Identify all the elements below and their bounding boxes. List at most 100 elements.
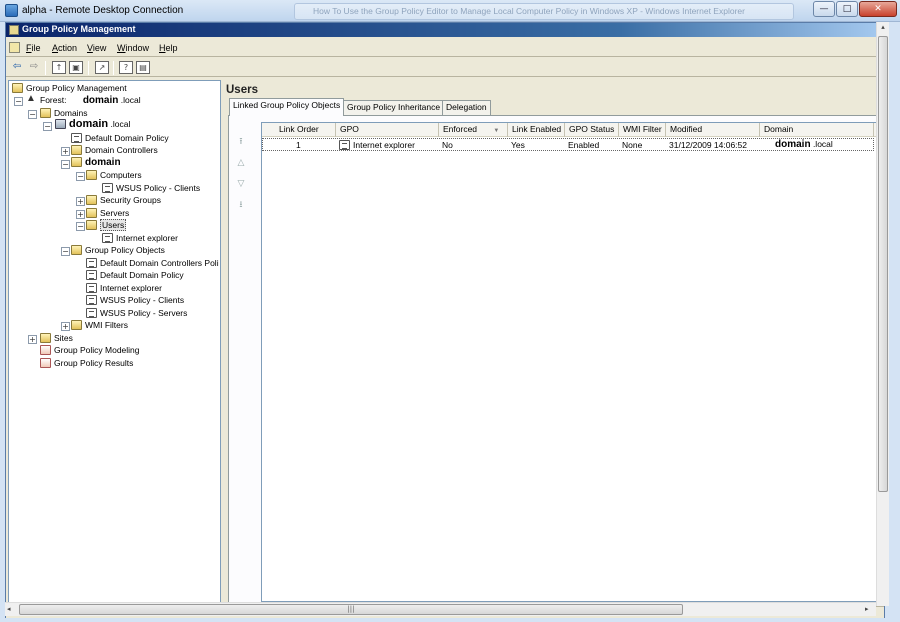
gpo-icon	[86, 308, 97, 318]
toolbar-separator	[88, 61, 89, 75]
forward-arrow-icon[interactable]: ⇨	[27, 61, 41, 74]
expand-domain-controllers-toggle[interactable]: +	[61, 147, 70, 156]
help-icon[interactable]: ?	[119, 61, 133, 74]
collapse-domains-toggle[interactable]: −	[28, 110, 37, 119]
tree-gpo-item[interactable]: Default Domain Policy	[86, 270, 184, 282]
scroll-right-icon[interactable]: ▸	[865, 605, 869, 613]
tab-linked-gpos[interactable]: Linked Group Policy Objects	[229, 98, 345, 116]
tab-gp-inheritance[interactable]: Group Policy Inheritance	[343, 100, 445, 115]
horizontal-scroll-thumb[interactable]: |||	[19, 604, 683, 615]
move-to-bottom-icon[interactable]: ⭳	[235, 199, 247, 211]
column-domain[interactable]: Domain	[760, 123, 874, 137]
system-menu-icon[interactable]	[9, 42, 20, 53]
vertical-scroll-thumb[interactable]	[878, 36, 888, 492]
horizontal-scrollbar[interactable]: ◂ ||| ▸	[5, 602, 876, 616]
tree-forest[interactable]: Forest: domain .local	[26, 93, 141, 107]
table-row[interactable]: 1 Internet explorer No Yes Enabled None …	[262, 138, 874, 151]
gpmc-window-title: Group Policy Management	[22, 24, 136, 34]
tree-sites[interactable]: Sites	[40, 333, 73, 345]
column-wmi-filter[interactable]: WMI Filter	[619, 123, 666, 137]
tree-wmi-filters[interactable]: WMI Filters	[71, 320, 128, 332]
tree-domain-controllers[interactable]: Domain Controllers	[71, 145, 158, 157]
move-to-top-icon[interactable]: ⭱	[235, 136, 247, 148]
export-list-icon[interactable]: ↗	[95, 61, 109, 74]
gpo-folder-icon	[71, 245, 82, 255]
move-up-icon[interactable]: △	[235, 157, 247, 169]
gpo-link-icon	[339, 140, 350, 150]
cell-modified: 31/12/2009 14:06:52	[669, 140, 747, 150]
tree-gpo-item[interactable]: WSUS Policy - Clients	[86, 295, 184, 307]
scroll-left-icon[interactable]: ◂	[7, 605, 11, 613]
menu-action[interactable]: Action	[52, 43, 77, 53]
expand-sites-toggle[interactable]: +	[28, 335, 37, 344]
tree-gp-modeling[interactable]: Group Policy Modeling	[40, 345, 140, 357]
tree-ou-domain[interactable]: domain	[71, 157, 121, 169]
show-hide-tree-icon[interactable]: ▣	[69, 61, 83, 74]
domains-folder-icon	[40, 108, 51, 118]
tree-default-domain-policy-link[interactable]: Default Domain Policy	[71, 133, 169, 145]
maximize-button[interactable]: □	[836, 1, 858, 17]
background-window-tab[interactable]: How To Use the Group Policy Editor to Ma…	[294, 3, 794, 20]
menu-bar: File Action View Window Help	[6, 39, 884, 57]
cell-enforced: No	[442, 140, 453, 150]
tree-computers[interactable]: Computers	[86, 170, 142, 182]
cell-gpo: Internet explorer	[339, 140, 415, 150]
gpmc-app-icon	[9, 25, 19, 35]
column-link-enabled[interactable]: Link Enabled	[508, 123, 565, 137]
menu-file[interactable]: File	[26, 43, 41, 53]
column-modified[interactable]: Modified	[666, 123, 760, 137]
back-arrow-icon[interactable]: ⇦	[10, 61, 24, 74]
menu-window[interactable]: Window	[117, 43, 149, 53]
gpo-icon	[86, 258, 97, 268]
menu-view[interactable]: View	[87, 43, 106, 53]
scroll-up-icon[interactable]: ▴	[878, 23, 888, 33]
close-button[interactable]: ✕	[859, 1, 897, 17]
forest-icon	[26, 93, 37, 105]
minimize-button[interactable]: —	[813, 1, 835, 17]
tree-gpo-item[interactable]: WSUS Policy - Servers	[86, 308, 187, 320]
tree-users[interactable]: Users	[86, 219, 127, 232]
toolbar-separator	[45, 61, 46, 75]
expand-security-groups-toggle[interactable]: +	[76, 197, 85, 206]
linked-gpos-panel: ⭱ △ ▽ ⭳ Link Order GPO Enforced ▼ Link E…	[228, 115, 882, 604]
cell-domain: domain .local	[775, 139, 833, 150]
remote-desktop-icon	[5, 4, 18, 17]
tree-security-groups[interactable]: Security Groups	[86, 195, 161, 207]
up-one-level-icon[interactable]: ↑	[52, 61, 66, 74]
column-link-order[interactable]: Link Order	[262, 123, 336, 137]
ou-folder-icon	[86, 208, 97, 218]
collapse-forest-toggle[interactable]: −	[14, 97, 23, 106]
gpo-link-icon	[102, 183, 113, 193]
column-gpo-status[interactable]: GPO Status	[565, 123, 619, 137]
expand-wmi-filters-toggle[interactable]: +	[61, 322, 70, 331]
tab-delegation[interactable]: Delegation	[442, 100, 491, 115]
move-down-icon[interactable]: ▽	[235, 178, 247, 190]
column-enforced[interactable]: Enforced ▼	[439, 123, 508, 137]
tree-domain[interactable]: domain .local	[55, 118, 130, 132]
ou-folder-icon	[86, 220, 97, 230]
cell-link-enabled: Yes	[511, 140, 525, 150]
gpmc-window: Group Policy Management File Action View…	[5, 22, 885, 618]
tree-wsus-clients-link[interactable]: WSUS Policy - Clients	[102, 183, 200, 195]
collapse-users-toggle[interactable]: −	[76, 222, 85, 231]
collapse-ou-domain-toggle[interactable]: −	[61, 160, 70, 169]
vertical-scrollbar[interactable]: ▴	[876, 22, 889, 606]
menu-help[interactable]: Help	[159, 43, 178, 53]
gpo-link-icon	[102, 233, 113, 243]
column-gpo[interactable]: GPO	[336, 123, 439, 137]
tree-gpo-item[interactable]: Default Domain Controllers Poli	[86, 258, 219, 270]
tree-gpo-item[interactable]: Internet explorer	[86, 283, 162, 295]
sort-descending-icon: ▼	[493, 128, 500, 134]
expand-servers-toggle[interactable]: +	[76, 210, 85, 219]
tree-group-policy-objects[interactable]: Group Policy Objects	[71, 245, 165, 257]
collapse-computers-toggle[interactable]: −	[76, 172, 85, 181]
ou-folder-icon	[71, 157, 82, 167]
collapse-domain-toggle[interactable]: −	[43, 122, 52, 131]
linked-gpo-list: Link Order GPO Enforced ▼ Link Enabled G…	[261, 122, 881, 602]
rdp-titlebar: alpha - Remote Desktop Connection How To…	[0, 0, 900, 22]
tree-internet-explorer-link[interactable]: Internet explorer	[102, 233, 178, 245]
tree-gp-results[interactable]: Group Policy Results	[40, 358, 133, 370]
collapse-gpo-container-toggle[interactable]: −	[61, 247, 70, 256]
ou-folder-icon	[71, 145, 82, 155]
properties-icon[interactable]: ▤	[136, 61, 150, 74]
